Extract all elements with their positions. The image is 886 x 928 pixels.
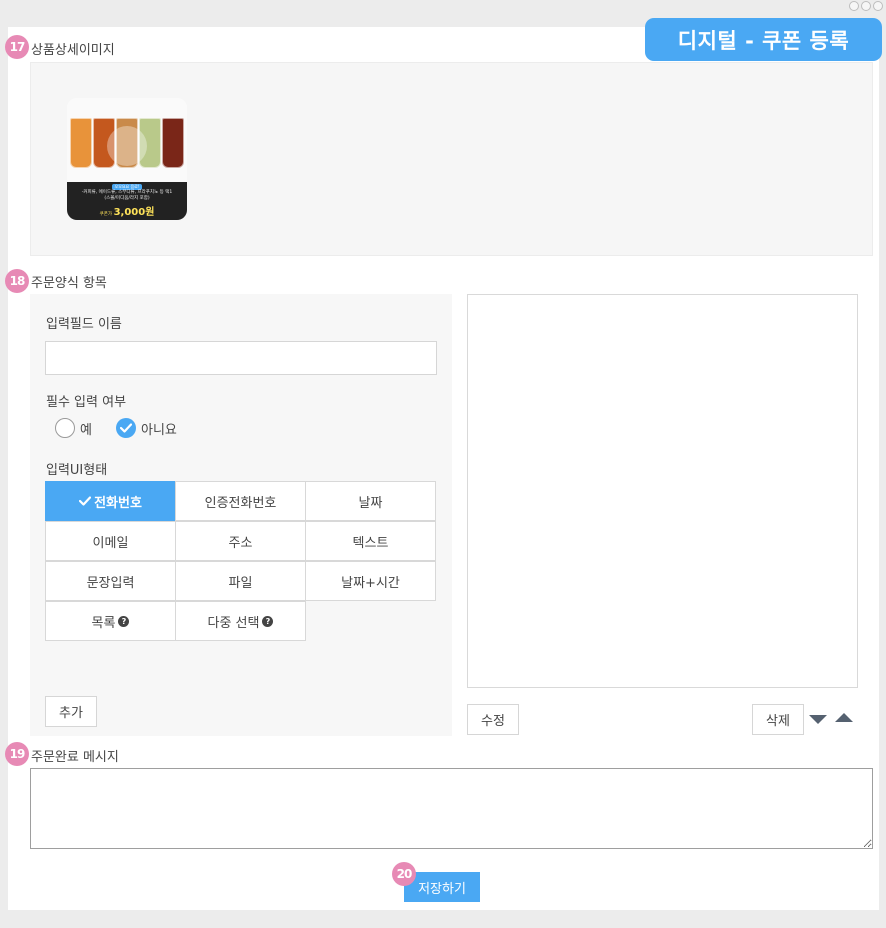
ui-type-datetime[interactable]: 날짜+시간 (305, 561, 436, 601)
ui-type-label-text: 인증전화번호 (204, 495, 277, 511)
section-number-badge: 19 (5, 742, 29, 766)
ui-type-label-text: 주소 (228, 535, 253, 551)
ui-type-label: 입력UI형태 (46, 463, 108, 478)
ui-type-label-text: 이메일 (92, 535, 129, 551)
question-icon[interactable]: ? (118, 615, 130, 627)
section-number-badge: 20 (392, 862, 416, 886)
section-number-badge: 18 (5, 269, 29, 293)
ui-type-email[interactable]: 이메일 (45, 521, 176, 561)
section-label-complete-message: 주문완료 메시지 (31, 750, 119, 765)
window-controls (849, 1, 883, 11)
ui-type-label-text: 목록 (91, 615, 116, 631)
ui-type-label-text: 다중 선택 (207, 615, 260, 631)
delete-button[interactable]: 삭제 (752, 704, 804, 735)
ui-type-label-text: 전화번호 (94, 495, 142, 511)
thumbnail-price: 3,000원 (113, 207, 155, 218)
product-thumbnail-image[interactable]: 오오요요 음료! -커피류, 에이드류, 스무디류, 프라푸치노 등 택1 (스… (67, 98, 187, 220)
add-field-button[interactable]: 추가 (45, 696, 97, 727)
form-fields-list[interactable] (467, 294, 858, 688)
page-title: 디지털 - 쿠폰 등록 (645, 18, 882, 61)
section-label-product-image: 상품상세이미지 (31, 43, 115, 58)
radio-label: 예 (80, 422, 92, 438)
section-number-badge: 17 (5, 35, 29, 59)
window-dot-icon[interactable] (873, 1, 883, 11)
radio-label: 아니요 (141, 422, 177, 438)
section-label-order-form: 주문양식 항목 (31, 276, 107, 291)
ui-type-date[interactable]: 날짜 (305, 481, 436, 521)
radio-required-no[interactable]: 아니요 (116, 418, 177, 438)
check-icon (116, 418, 136, 438)
ui-type-label-text: 날짜 (358, 495, 383, 511)
thumbnail-price-label: 쿠폰가 (99, 212, 112, 217)
radio-required-yes[interactable]: 예 (55, 418, 92, 438)
ui-type-label-text: 텍스트 (352, 535, 389, 551)
ui-type-sentence[interactable]: 문장입력 (45, 561, 176, 601)
ui-type-multi-select[interactable]: 다중 선택 ? (175, 601, 306, 641)
window-dot-icon[interactable] (861, 1, 871, 11)
glass (162, 118, 184, 168)
image-overlay-icon (107, 126, 147, 166)
complete-message-textarea[interactable] (30, 768, 873, 849)
ui-type-address[interactable]: 주소 (175, 521, 306, 561)
field-name-input[interactable] (45, 341, 437, 375)
ui-type-label-text: 문장입력 (86, 575, 135, 591)
field-name-label: 입력필드 이름 (46, 317, 122, 332)
ui-type-label-text: 파일 (228, 575, 253, 591)
drinks-photo (67, 98, 187, 182)
ui-type-list[interactable]: 목록 ? (45, 601, 176, 641)
question-icon[interactable]: ? (262, 615, 274, 627)
ui-type-file[interactable]: 파일 (175, 561, 306, 601)
window-dot-icon[interactable] (849, 1, 859, 11)
glass (70, 118, 92, 168)
ui-type-text[interactable]: 텍스트 (305, 521, 436, 561)
arrow-up-icon[interactable] (835, 713, 853, 722)
edit-button[interactable]: 수정 (467, 704, 519, 735)
ui-type-label-text: 날짜+시간 (341, 575, 400, 591)
thumbnail-line: (스몰/미디움/라지 포함) (104, 196, 150, 201)
radio-unchecked-icon (55, 418, 75, 438)
required-label: 필수 입력 여부 (46, 395, 127, 410)
arrow-down-icon[interactable] (809, 715, 827, 724)
ui-type-verified-phone[interactable]: 인증전화번호 (175, 481, 306, 521)
thumbnail-caption: 오오요요 음료! -커피류, 에이드류, 스무디류, 프라푸치노 등 택1 (스… (67, 182, 187, 220)
check-icon (79, 496, 92, 506)
ui-type-phone[interactable]: 전화번호 (45, 481, 176, 521)
